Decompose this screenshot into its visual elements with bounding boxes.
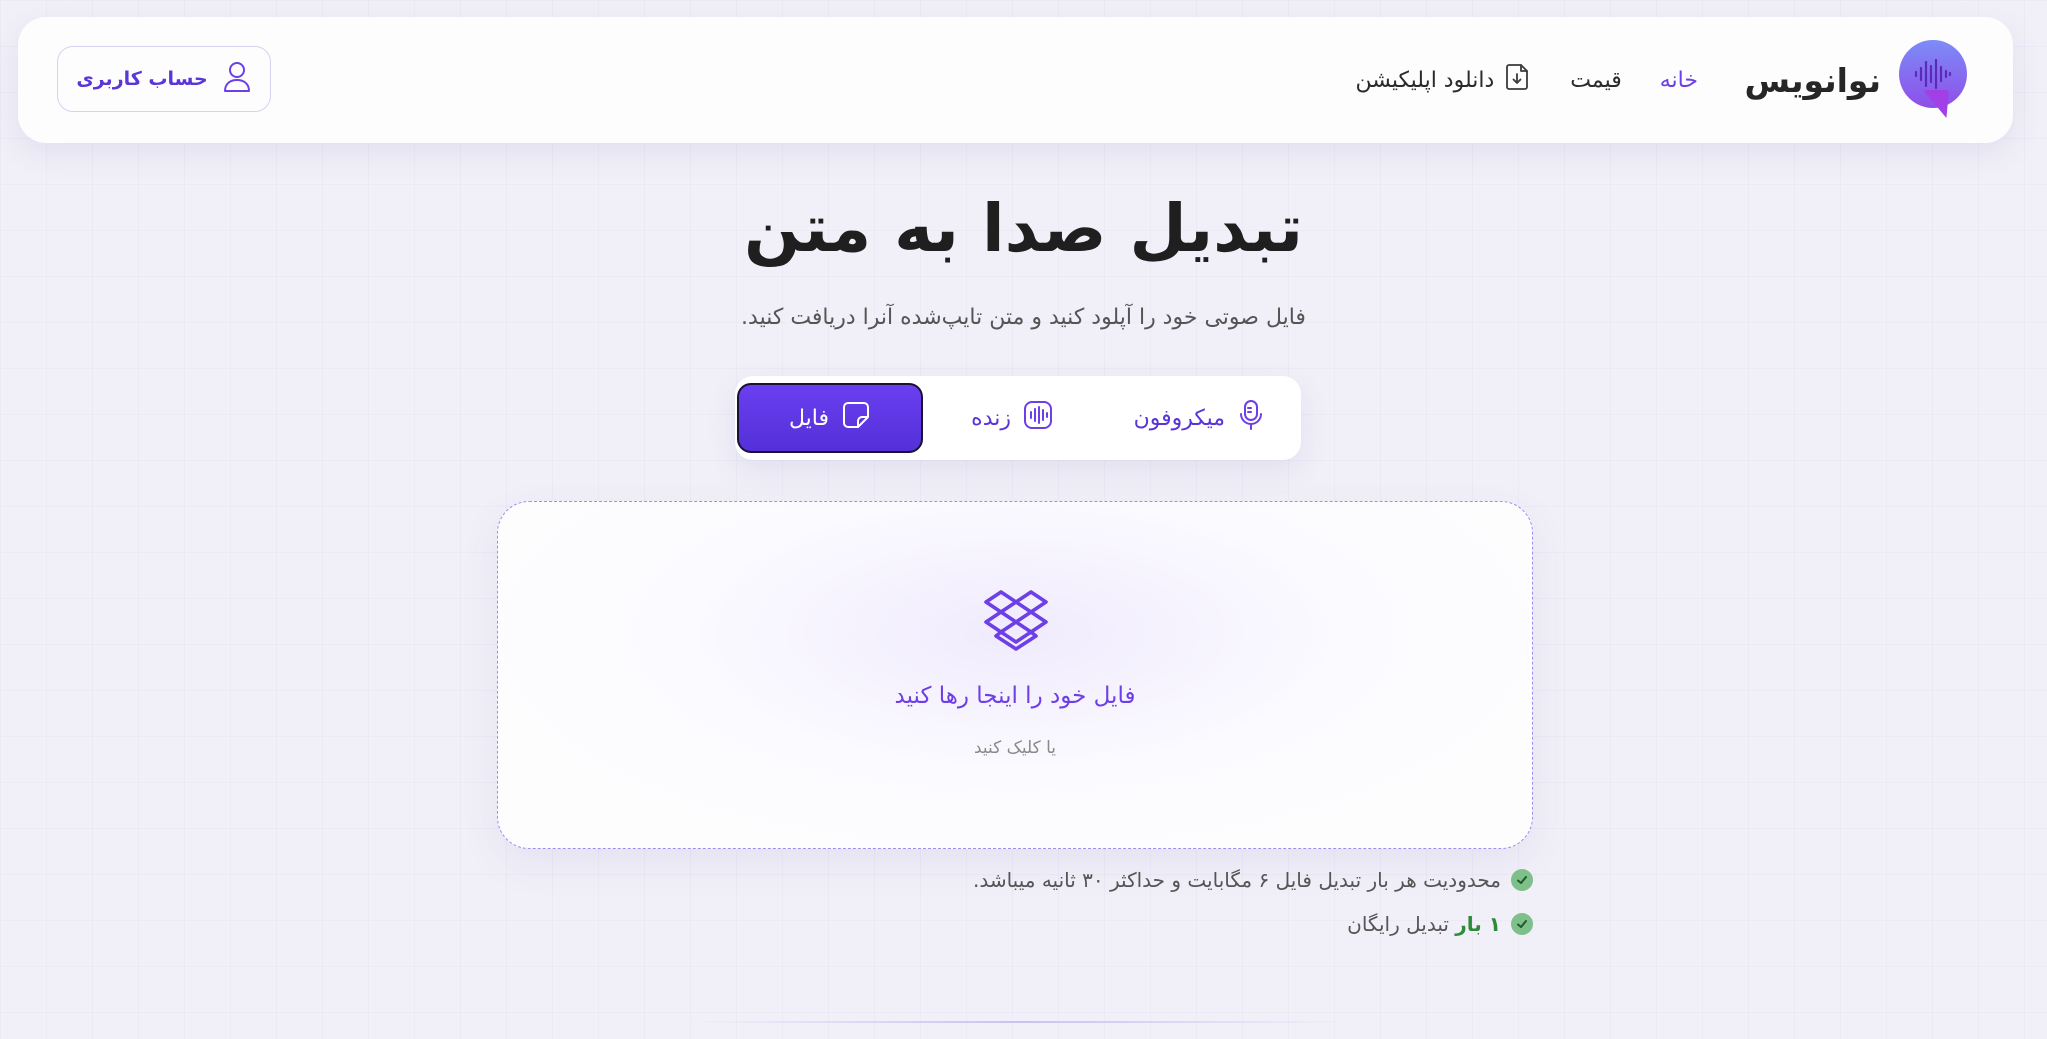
user-icon [222,60,252,99]
file-icon [841,400,871,436]
bottom-divider [690,1021,1350,1023]
tab-file-label: فایل [789,405,830,431]
upload-notes: محدودیت هر بار تبدیل فایل ۶ مگابایت و حد… [973,862,1533,950]
note-limit: محدودیت هر بار تبدیل فایل ۶ مگابایت و حد… [973,862,1533,898]
dropzone-subtitle: یا کلیک کنید [973,738,1057,758]
input-mode-tabs: میکروفون زنده فایل [735,376,1301,460]
account-button-label: حساب کاربری [76,68,208,90]
download-file-icon [1502,62,1532,98]
page-subtitle: فایل صوتی خود را آپلود کنید و متن تایپ‌ش… [741,305,1306,330]
page-title: تبدیل صدا به متن [743,190,1303,267]
nav-download-app-link[interactable]: دانلود اپلیکیشن [1355,62,1532,98]
tab-file[interactable]: فایل [737,383,923,453]
dropzone-title: فایل خود را اینجا رها کنید [894,683,1136,709]
nav-pricing-label: قیمت [1570,67,1622,93]
brand[interactable]: نوانویس [1744,37,1967,123]
brand-logo-icon [1899,40,1967,120]
nav-pricing-link[interactable]: قیمت [1570,68,1621,93]
file-dropzone[interactable]: فایل خود را اینجا رها کنید یا کلیک کنید [497,501,1533,849]
nav-home-link[interactable]: خانه [1660,68,1698,93]
tab-live[interactable]: زنده [971,376,1053,460]
tab-microphone[interactable]: میکروفون [1134,376,1265,460]
top-navbar: نوانویس خانه قیمت دانلود اپلیکیشن حساب ک… [18,17,2013,143]
dropbox-box-icon [982,590,1050,658]
nav-download-app-label: دانلود اپلیکیشن [1355,67,1495,93]
tab-live-label: زنده [971,405,1011,431]
nav-home-label: خانه [1659,67,1698,93]
brand-name: نوانویس [1744,60,1881,100]
account-button[interactable]: حساب کاربری [57,46,271,112]
check-icon [1511,869,1533,891]
tab-microphone-label: میکروفون [1133,405,1225,431]
note-limit-text: محدودیت هر بار تبدیل فایل ۶ مگابایت و حد… [972,868,1501,892]
microphone-icon [1237,399,1265,437]
check-icon [1511,913,1533,935]
main-nav: خانه قیمت دانلود اپلیکیشن [1355,17,1698,143]
free-conversion-count: ۱ بار [1455,912,1501,936]
live-waveform-icon [1023,400,1053,436]
note-free-conversions: ۱ بار تبدیل رایگان [973,906,1533,942]
free-conversion-text: تبدیل رایگان [1347,912,1449,936]
